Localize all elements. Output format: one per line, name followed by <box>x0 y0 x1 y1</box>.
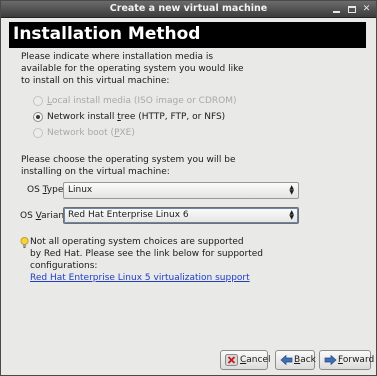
os-type-value: Linux <box>68 185 93 195</box>
intro-line: to install on this virtual machine: <box>21 76 170 86</box>
cancel-label: Cancel <box>240 355 271 365</box>
page-title: Installation Method <box>13 24 201 44</box>
radio-button[interactable] <box>33 96 43 106</box>
radio-label: Network install tree (HTTP, FTP, or NFS) <box>47 112 226 122</box>
forward-label: Forward <box>338 355 375 365</box>
maximize-icon[interactable] <box>346 4 357 15</box>
cancel-icon <box>225 354 238 366</box>
os-choice-line: installing on the virtual machine: <box>21 167 170 177</box>
os-choice-text: Please choose the operating system you w… <box>21 154 321 178</box>
os-type-label: OS Type: <box>27 185 67 195</box>
forward-arrow-icon <box>324 354 337 366</box>
virtualization-support-link[interactable]: Red Hat Enterprise Linux 5 virtualizatio… <box>30 273 250 283</box>
support-note: Not all operating system choices are sup… <box>30 236 290 272</box>
forward-button[interactable]: Forward <box>319 350 375 370</box>
back-label: Back <box>294 355 316 365</box>
intro-line: Please indicate where installation media… <box>21 52 214 62</box>
select-arrows-icon: ▲ ▼ <box>289 209 294 221</box>
cancel-button[interactable]: Cancel <box>220 350 271 370</box>
window-title: Create a new virtual machine <box>109 3 268 14</box>
minimize-icon[interactable] <box>331 4 342 15</box>
intro-text: Please indicate where installation media… <box>21 51 321 87</box>
title-bar[interactable]: Create a new virtual machine ✕ <box>1 1 376 18</box>
back-arrow-icon <box>280 354 293 366</box>
radio-label: Local install media (ISO image or CDROM) <box>47 96 237 106</box>
select-arrows-icon: ▲ ▼ <box>289 184 294 196</box>
dialog-window: Create a new virtual machine ✕ Installat… <box>0 0 377 376</box>
os-type-select[interactable]: Linux ▲ ▼ <box>63 182 299 199</box>
support-note-line: by Red Hat. Please see the link below fo… <box>30 249 264 259</box>
os-variant-value: Red Hat Enterprise Linux 6 <box>68 210 189 220</box>
radio-button[interactable] <box>33 112 43 122</box>
page-header: Installation Method <box>9 22 366 48</box>
lightbulb-icon <box>20 237 29 248</box>
close-icon[interactable]: ✕ <box>361 4 372 15</box>
back-button[interactable]: Back <box>275 350 316 370</box>
support-note-line: Not all operating system choices are sup… <box>30 237 244 247</box>
radio-button[interactable] <box>33 128 43 138</box>
os-choice-line: Please choose the operating system you w… <box>21 155 236 165</box>
radio-label: Network boot (PXE) <box>47 128 135 138</box>
support-note-line: configurations: <box>30 261 98 271</box>
os-variant-select[interactable]: Red Hat Enterprise Linux 6 ▲ ▼ <box>63 207 299 224</box>
intro-line: available for the operating system you w… <box>21 64 244 74</box>
